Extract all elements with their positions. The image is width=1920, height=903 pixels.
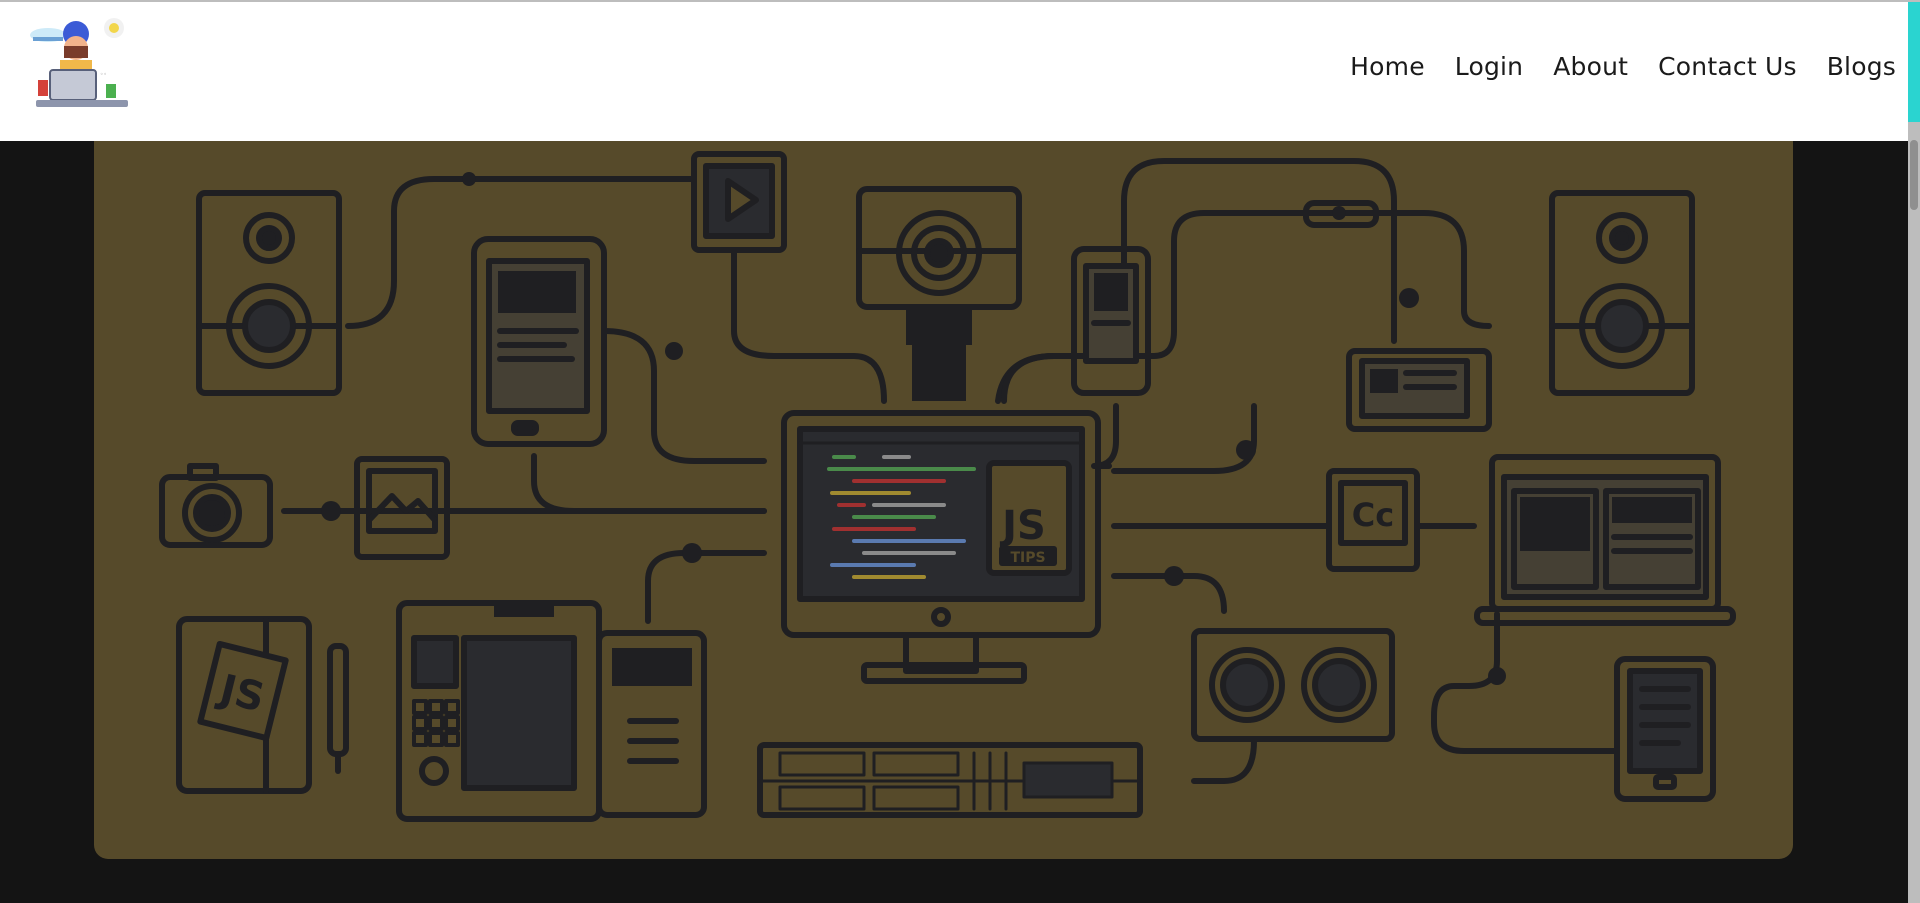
js-badge: JS bbox=[999, 503, 1046, 549]
nav-home-link[interactable]: Home bbox=[1350, 52, 1425, 81]
mixer-icon bbox=[757, 742, 1143, 818]
logo-icon[interactable]: ◦◦ bbox=[30, 18, 136, 116]
speaker-icon bbox=[1549, 190, 1695, 396]
cc-icon: Cc bbox=[1326, 468, 1420, 572]
nav-blogs-link[interactable]: Blogs bbox=[1827, 52, 1896, 81]
scrollbar-thumb[interactable] bbox=[1910, 140, 1918, 210]
nav-login-link[interactable]: Login bbox=[1455, 52, 1523, 81]
coffee-machine-icon bbox=[396, 600, 707, 822]
notebook-icon: JS bbox=[176, 616, 312, 794]
speaker-icon bbox=[196, 190, 342, 396]
fan-icon bbox=[1191, 628, 1395, 742]
nav-contact-link[interactable]: Contact Us bbox=[1658, 52, 1797, 81]
nav-about-link[interactable]: About bbox=[1553, 52, 1628, 81]
webcam-icon bbox=[856, 186, 1022, 401]
laptop-icon bbox=[1474, 454, 1736, 626]
picture-icon bbox=[354, 456, 450, 560]
ereader-icon bbox=[1614, 656, 1716, 802]
scrollbar-track[interactable] bbox=[1908, 2, 1920, 903]
tips-badge: TIPS bbox=[1010, 550, 1045, 566]
play-icon bbox=[691, 151, 787, 253]
pen-icon bbox=[327, 643, 349, 774]
phone-icon bbox=[1071, 246, 1151, 396]
tablet-icon bbox=[471, 236, 607, 447]
navbar: ◦◦ Home Login About Contact Us Blogs bbox=[0, 2, 1908, 141]
monitor-icon: JS TIPS bbox=[781, 410, 1101, 684]
cc-badge: Cc bbox=[1352, 496, 1394, 534]
svg-text:◦◦: ◦◦ bbox=[100, 71, 107, 78]
camera-icon bbox=[159, 463, 273, 548]
scrollbar-accent bbox=[1908, 2, 1920, 122]
hero-illustration: JS TIPS Cc JS bbox=[94, 141, 1793, 859]
main-nav: Home Login About Contact Us Blogs bbox=[1350, 52, 1896, 81]
